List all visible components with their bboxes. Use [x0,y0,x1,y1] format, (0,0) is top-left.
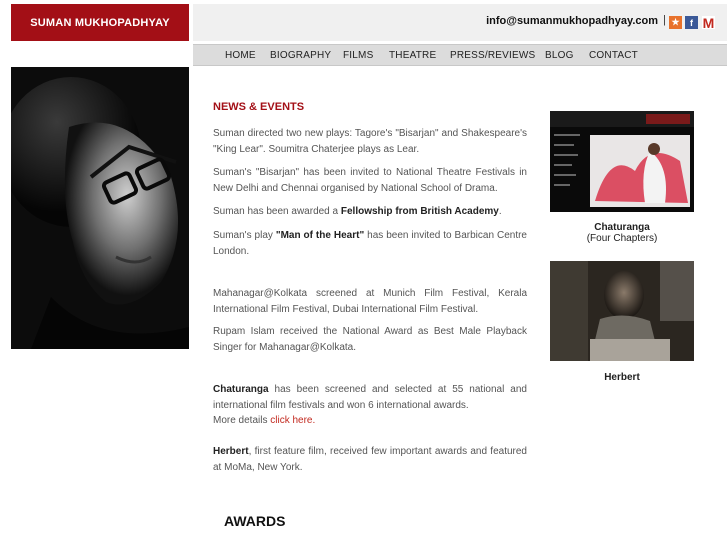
facebook-icon[interactable]: f [685,16,698,29]
site-logo[interactable]: SUMAN MUKHOPADHYAY [11,4,189,41]
portrait-image [11,67,189,349]
nav-films[interactable]: FILMS [343,50,373,61]
separator: | [663,14,666,26]
herbert-caption: Herbert [550,372,694,383]
chaturanga-thumbnail[interactable] [550,111,694,212]
play-title-highlight: "Man of the Heart" [275,230,365,241]
nav-press-reviews[interactable]: PRESS/REVIEWS [450,50,535,61]
news-paragraph: Suman has been awarded a Fellowship from… [213,206,502,217]
news-paragraph: Mahanagar@Kolkata screened at Munich Fil… [213,288,527,315]
awards-heading: AWARDS [224,513,286,529]
star-bookmark-icon[interactable]: ★ [669,16,682,29]
main-nav: HOME BIOGRAPHY FILMS THEATRE PRESS/REVIE… [193,44,727,66]
news-events-title: NEWS & EVENTS [213,101,305,113]
nav-blog[interactable]: BLOG [545,50,574,61]
gmail-icon[interactable]: M [702,15,715,31]
nav-biography[interactable]: BIOGRAPHY [270,50,331,61]
news-paragraph: Chaturanga has been screened and selecte… [213,384,527,426]
news-paragraph: Herbert, first feature film, received fe… [213,446,527,473]
fellowship-highlight: Fellowship from British Academy [340,206,499,217]
film-caption-subtitle: (Four Chapters) [586,233,658,244]
email-link[interactable]: info@sumanmukhopadhyay.com [486,15,658,27]
news-paragraph: Suman's play "Man of the Heart" has been… [213,230,527,257]
site-title: SUMAN MUKHOPADHYAY [30,16,170,29]
click-here-link[interactable]: click here. [270,415,315,426]
film-title-highlight: Chaturanga [213,384,269,395]
herbert-thumbnail[interactable] [550,261,694,361]
chaturanga-caption: Chaturanga (Four Chapters) [550,222,694,244]
nav-home[interactable]: HOME [225,50,256,61]
film-caption-title: Chaturanga [594,222,650,233]
film-title-highlight: Herbert [213,446,249,457]
nav-contact[interactable]: CONTACT [589,50,638,61]
top-bar: info@sumanmukhopadhyay.com | ★ f M [193,4,727,41]
nav-theatre[interactable]: THEATRE [389,50,436,61]
film-caption-title: Herbert [604,372,640,383]
news-paragraph: Suman directed two new plays: Tagore's "… [213,128,527,155]
news-paragraph: Suman's "Bisarjan" has been invited to N… [213,167,527,194]
news-paragraph: Rupam Islam received the National Award … [213,326,527,353]
